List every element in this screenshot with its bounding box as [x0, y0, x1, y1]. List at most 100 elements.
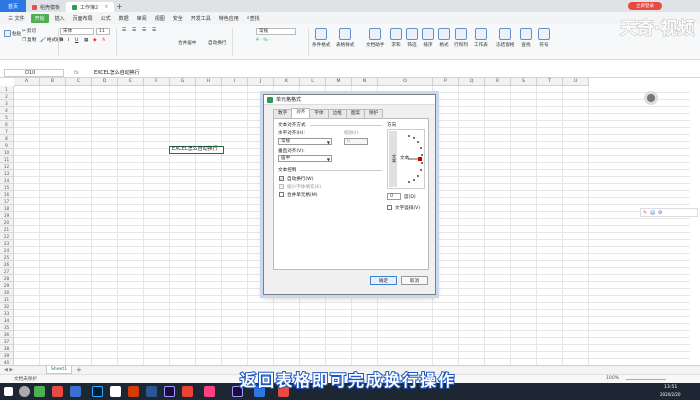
- row-header[interactable]: 4: [0, 107, 14, 114]
- column-header[interactable]: S: [511, 78, 537, 86]
- row-header[interactable]: 20: [0, 219, 14, 226]
- copy-button[interactable]: ❐ 复制: [22, 37, 36, 44]
- row-header[interactable]: 33: [0, 310, 14, 317]
- bold-button[interactable]: B: [60, 38, 64, 43]
- premiere-icon[interactable]: [164, 386, 175, 397]
- row-header[interactable]: 23: [0, 240, 14, 247]
- name-box[interactable]: O10: [4, 68, 64, 77]
- row-header[interactable]: 7: [0, 128, 14, 135]
- align-left-icon[interactable]: ☰: [122, 28, 126, 33]
- row-header[interactable]: 34: [0, 317, 14, 324]
- sort-button[interactable]: 排序: [422, 28, 434, 48]
- doc-assistant-button[interactable]: 文档助手: [366, 28, 384, 48]
- merge-center-button[interactable]: 合并居中: [178, 40, 196, 46]
- row-header[interactable]: 13: [0, 170, 14, 177]
- app-icon[interactable]: [128, 386, 139, 397]
- degrees-input[interactable]: 0: [387, 193, 401, 200]
- sum-button[interactable]: 求和: [390, 28, 402, 48]
- add-sheet-icon[interactable]: +: [76, 366, 82, 374]
- row-header[interactable]: 21: [0, 226, 14, 233]
- format-button[interactable]: 格式: [438, 28, 450, 48]
- home-button[interactable]: 首页: [0, 0, 26, 12]
- menu-search[interactable]: ⌕ 查找: [243, 12, 264, 24]
- column-header[interactable]: N: [352, 78, 378, 86]
- tab-templates[interactable]: 稻壳模板: [26, 2, 66, 12]
- row-header[interactable]: 11: [0, 156, 14, 163]
- fx-icon[interactable]: fx: [74, 70, 94, 76]
- menu-special[interactable]: 特色应用: [215, 12, 243, 24]
- indent-input[interactable]: 0: [344, 138, 368, 145]
- photoshop-icon[interactable]: [92, 386, 103, 397]
- column-header[interactable]: L: [300, 78, 326, 86]
- row-header[interactable]: 35: [0, 324, 14, 331]
- number-format-select[interactable]: 常规: [256, 28, 296, 35]
- app-icon[interactable]: [204, 386, 215, 397]
- sheet-tab-sheet1[interactable]: Sheet1: [46, 366, 72, 374]
- row-header[interactable]: 38: [0, 345, 14, 352]
- row-header[interactable]: 27: [0, 268, 14, 275]
- row-header[interactable]: 24: [0, 247, 14, 254]
- app-icon[interactable]: [34, 386, 45, 397]
- row-col-button[interactable]: 行和列: [454, 28, 468, 48]
- column-header[interactable]: M: [326, 78, 352, 86]
- row-header[interactable]: 26: [0, 261, 14, 268]
- menu-view[interactable]: 视图: [151, 12, 169, 24]
- zoom-level[interactable]: 100%: [606, 376, 619, 381]
- row-header[interactable]: 16: [0, 191, 14, 198]
- column-header[interactable]: K: [274, 78, 300, 86]
- row-header[interactable]: 22: [0, 233, 14, 240]
- app-icon[interactable]: [52, 386, 63, 397]
- row-header[interactable]: 36: [0, 331, 14, 338]
- row-header[interactable]: 12: [0, 163, 14, 170]
- vertical-align-select[interactable]: 居中 ▼: [278, 155, 332, 162]
- column-header[interactable]: P: [433, 78, 459, 86]
- login-button[interactable]: 立即登录: [628, 2, 662, 10]
- active-cell[interactable]: EXCEL怎么自动换行: [169, 146, 224, 154]
- tab-alignment[interactable]: 对齐: [291, 108, 311, 118]
- row-header[interactable]: 32: [0, 303, 14, 310]
- menu-page-layout[interactable]: 页面布局: [69, 12, 97, 24]
- menu-data[interactable]: 数据: [115, 12, 133, 24]
- row-header[interactable]: 8: [0, 135, 14, 142]
- orientation-dial[interactable]: [406, 133, 424, 185]
- column-header[interactable]: H: [196, 78, 222, 86]
- horizontal-align-select[interactable]: 常规 ▼: [278, 138, 332, 145]
- row-header[interactable]: 6: [0, 121, 14, 128]
- row-header[interactable]: 18: [0, 205, 14, 212]
- app-icon[interactable]: [182, 386, 193, 397]
- border-icon[interactable]: ▦: [84, 38, 88, 43]
- filter-button[interactable]: 筛选: [406, 28, 418, 48]
- merge-cells-checkbox[interactable]: [279, 192, 284, 197]
- justify-icon[interactable]: ☰: [152, 28, 156, 33]
- currency-icon[interactable]: ¥ · % ·: [256, 38, 271, 43]
- freeze-panes-button[interactable]: 冻结窗格: [496, 28, 514, 48]
- tab-border[interactable]: 边框: [327, 109, 347, 118]
- column-header[interactable]: O: [378, 78, 433, 86]
- app-icon[interactable]: [146, 386, 157, 397]
- tab-font[interactable]: 字体: [309, 109, 329, 118]
- underline-button[interactable]: U: [75, 38, 78, 43]
- column-header[interactable]: T: [537, 78, 563, 86]
- tab-protection[interactable]: 保护: [364, 109, 384, 118]
- row-header[interactable]: 31: [0, 296, 14, 303]
- tab-number[interactable]: 数字: [273, 109, 293, 118]
- menu-review[interactable]: 审阅: [133, 12, 151, 24]
- column-header[interactable]: Q: [459, 78, 485, 86]
- font-select[interactable]: 宋体: [60, 28, 94, 35]
- row-header[interactable]: 30: [0, 289, 14, 296]
- row-header[interactable]: 14: [0, 177, 14, 184]
- vertical-text-button[interactable]: 文本: [389, 131, 397, 187]
- conditional-format-button[interactable]: 条件格式: [312, 28, 330, 48]
- zoom-slider[interactable]: [626, 379, 666, 380]
- align-right-icon[interactable]: ☰: [142, 28, 146, 33]
- column-header[interactable]: E: [118, 78, 144, 86]
- italic-button[interactable]: I: [68, 38, 69, 43]
- tab-pattern[interactable]: 图案: [345, 109, 366, 118]
- column-header[interactable]: F: [144, 78, 170, 86]
- column-header[interactable]: U: [563, 78, 589, 86]
- fill-color-icon[interactable]: ◆: [93, 38, 97, 43]
- row-header[interactable]: 17: [0, 198, 14, 205]
- row-header[interactable]: 19: [0, 212, 14, 219]
- close-tab-icon[interactable]: ×: [104, 4, 108, 10]
- row-header[interactable]: 37: [0, 338, 14, 345]
